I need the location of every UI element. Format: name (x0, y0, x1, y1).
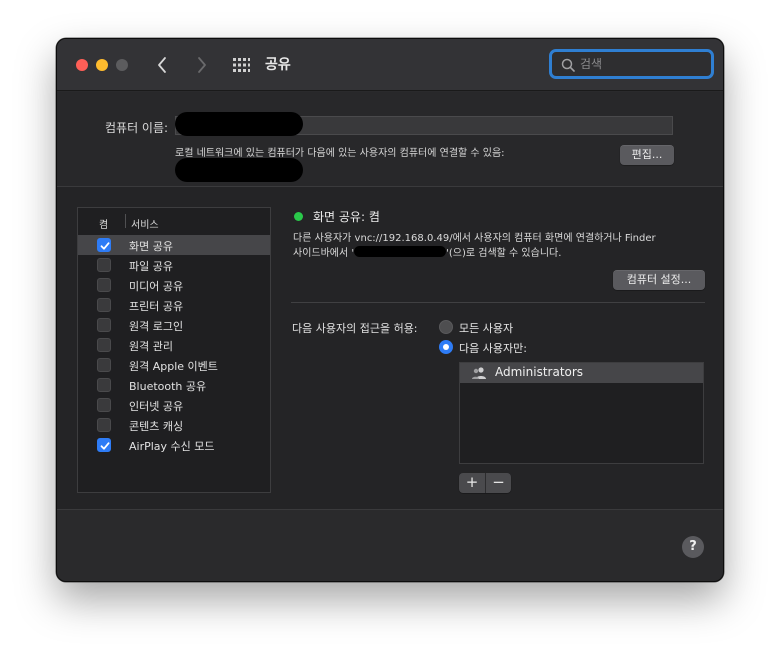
service-row[interactable]: 화면 공유 (78, 235, 270, 255)
computer-name-label: 컴퓨터 이름: (105, 121, 169, 135)
redacted-computer-name-inline (354, 246, 447, 257)
service-row[interactable]: Bluetooth 공유 (78, 375, 270, 395)
service-row[interactable]: 콘텐츠 캐싱 (78, 415, 270, 435)
service-checkbox[interactable] (97, 338, 111, 352)
service-row[interactable]: 원격 관리 (78, 335, 270, 355)
service-row[interactable]: 인터넷 공유 (78, 395, 270, 415)
allowed-users-list[interactable]: Administrators (459, 362, 704, 464)
radio-all-users[interactable] (439, 320, 453, 334)
chevron-left-icon (158, 57, 166, 73)
service-label: 원격 로그인 (129, 320, 184, 333)
local-network-text: 로컬 네트워크에 있는 컴퓨터가 다음에 있는 사용자의 컴퓨터에 연결할 수 … (175, 148, 505, 159)
service-checkbox[interactable] (97, 418, 111, 432)
titlebar: 공유 (57, 39, 723, 91)
access-label: 다음 사용자의 접근을 허용: (292, 322, 418, 335)
close-window-button[interactable] (76, 59, 88, 71)
remove-user-button[interactable]: − (485, 473, 511, 493)
edit-button[interactable]: 편집... (620, 145, 674, 165)
service-label: 미디어 공유 (129, 280, 184, 293)
minimize-window-button[interactable] (96, 59, 108, 71)
service-label: 파일 공유 (129, 260, 173, 273)
back-button[interactable] (153, 54, 173, 76)
services-list[interactable]: 켬 서비스 화면 공유파일 공유미디어 공유프린터 공유원격 로그인원격 관리원… (77, 207, 271, 493)
service-row[interactable]: 미디어 공유 (78, 275, 270, 295)
screen-sharing-description: 다른 사용자가 vnc://192.168.0.49/에서 사용자의 컴퓨터 화… (293, 232, 693, 261)
redacted-local-address (175, 158, 303, 182)
forward-button[interactable] (191, 54, 211, 76)
service-label: 원격 Apple 이벤트 (129, 360, 218, 373)
checkmark-icon (100, 442, 110, 450)
description-line-1: 다른 사용자가 vnc://192.168.0.49/에서 사용자의 컴퓨터 화… (293, 233, 656, 244)
section-divider (291, 302, 705, 303)
service-row[interactable]: 프린터 공유 (78, 295, 270, 315)
search-field[interactable] (549, 49, 714, 79)
sharing-window: 공유 컴퓨터 이름: 로컬 네트워크에 있는 컴퓨터가 다음에 있는 사용자의 … (56, 38, 724, 582)
service-row[interactable]: AirPlay 수신 모드 (78, 435, 270, 455)
service-checkbox[interactable] (97, 378, 111, 392)
header-service: 서비스 (131, 220, 159, 231)
service-label: 화면 공유 (129, 240, 173, 253)
description-suffix: '(으)로 검색할 수 있습니다. (446, 248, 562, 259)
user-row[interactable]: Administrators (460, 363, 703, 383)
description-line-2: 사이드바에서 ' '(으)로 검색할 수 있습니다. (293, 246, 693, 261)
status-indicator (294, 212, 303, 221)
header-on: 켬 (99, 220, 109, 231)
sharing-panel: 켬 서비스 화면 공유파일 공유미디어 공유프린터 공유원격 로그인원격 관리원… (57, 186, 723, 510)
description-prefix: 사이드바에서 ' (293, 248, 355, 259)
service-checkbox[interactable] (97, 258, 111, 272)
add-remove-control: + − (459, 473, 511, 493)
status-title: 화면 공유: 켬 (313, 210, 380, 224)
search-icon (561, 58, 575, 72)
service-label: AirPlay 수신 모드 (129, 440, 215, 453)
zoom-window-button[interactable] (116, 59, 128, 71)
services-header: 켬 서비스 (78, 208, 270, 234)
service-label: 콘텐츠 캐싱 (129, 420, 184, 433)
chevron-right-icon (198, 57, 206, 73)
radio-all-users-label[interactable]: 모든 사용자 (459, 320, 513, 336)
service-row[interactable]: 원격 로그인 (78, 315, 270, 335)
computer-settings-button[interactable]: 컴퓨터 설정... (613, 270, 705, 290)
radio-only-these-users-label[interactable]: 다음 사용자만: (459, 340, 527, 356)
service-checkbox[interactable] (97, 278, 111, 292)
service-checkbox[interactable] (97, 358, 111, 372)
header-divider (125, 214, 126, 228)
group-icon (472, 367, 486, 379)
service-label: 인터넷 공유 (129, 400, 184, 413)
help-button[interactable]: ? (682, 536, 704, 558)
radio-only-these-users[interactable] (439, 340, 453, 354)
service-checkbox[interactable] (97, 318, 111, 332)
service-checkbox[interactable] (97, 438, 111, 452)
window-title: 공유 (265, 57, 291, 73)
user-label: Administrators (495, 365, 584, 379)
service-label: 프린터 공유 (129, 300, 184, 313)
add-user-button[interactable]: + (459, 473, 485, 493)
service-row[interactable]: 원격 Apple 이벤트 (78, 355, 270, 375)
show-all-button[interactable] (232, 56, 250, 74)
search-input[interactable] (580, 54, 706, 74)
service-row[interactable]: 파일 공유 (78, 255, 270, 275)
service-checkbox[interactable] (97, 238, 111, 252)
service-checkbox[interactable] (97, 298, 111, 312)
redacted-computer-name (175, 112, 303, 136)
grid-icon (233, 58, 250, 72)
checkmark-icon (100, 242, 110, 250)
service-label: 원격 관리 (129, 340, 173, 353)
service-label: Bluetooth 공유 (129, 380, 207, 393)
service-checkbox[interactable] (97, 398, 111, 412)
computer-name-section: 컴퓨터 이름: 로컬 네트워크에 있는 컴퓨터가 다음에 있는 사용자의 컴퓨터… (57, 92, 723, 186)
